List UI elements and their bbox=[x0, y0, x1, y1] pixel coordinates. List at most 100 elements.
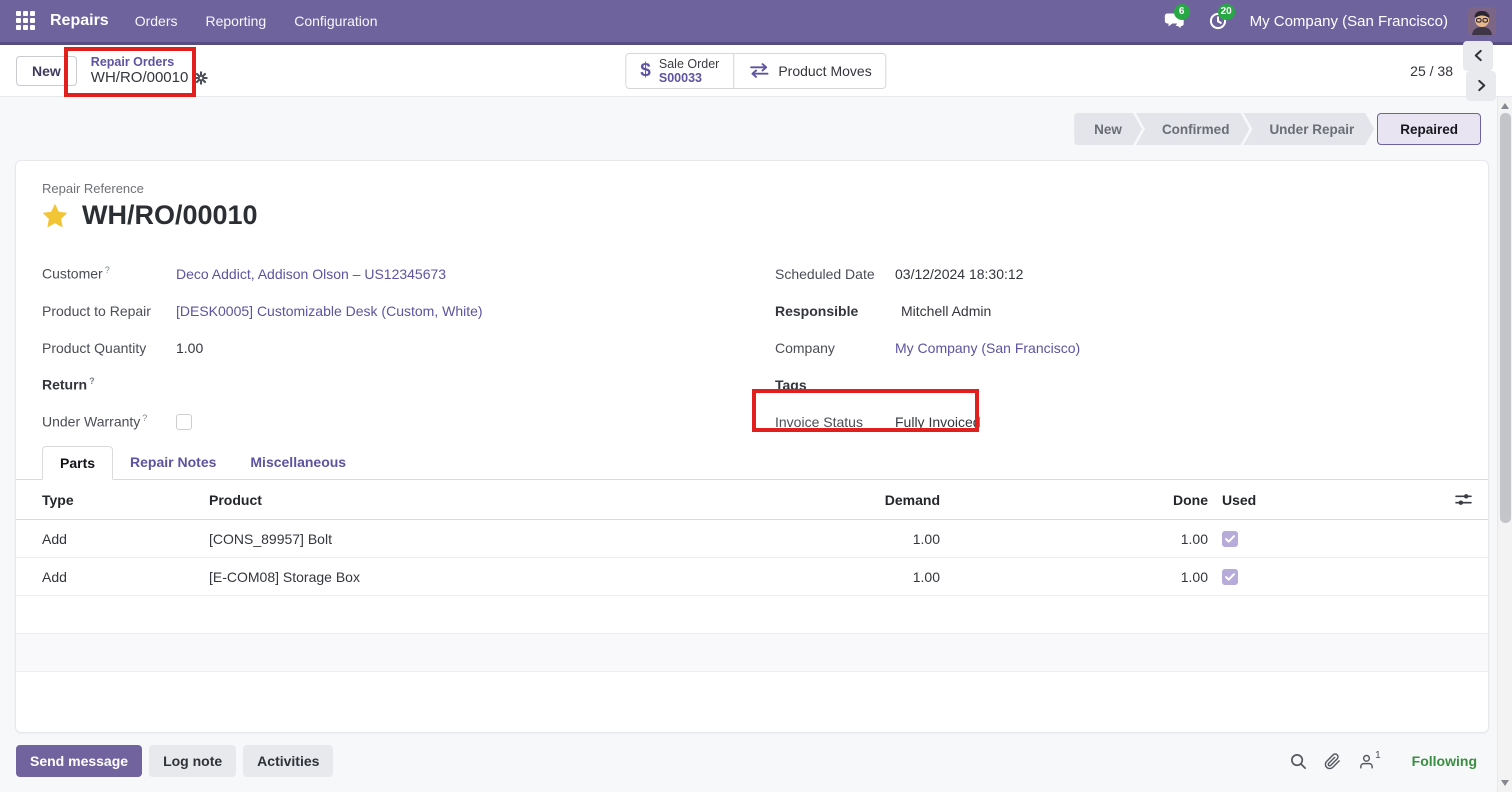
activities-button[interactable]: Activities bbox=[243, 745, 333, 777]
cell-demand[interactable]: 1.00 bbox=[725, 531, 940, 547]
column-header-demand: Demand bbox=[725, 492, 940, 508]
field-return: Return? bbox=[42, 366, 729, 403]
invoice-status-value: Fully Invoiced bbox=[895, 414, 981, 430]
form-fields: Customer? Deco Addict, Addison Olson – U… bbox=[16, 255, 1488, 440]
smart-buttons: $ Sale Order S00033 Product Moves bbox=[625, 53, 886, 89]
tab-repair-notes[interactable]: Repair Notes bbox=[113, 446, 233, 480]
scheduled-date-value[interactable]: 03/12/2024 18:30:12 bbox=[895, 266, 1023, 282]
field-scheduled-date: Scheduled Date 03/12/2024 18:30:12 bbox=[775, 255, 1462, 292]
breadcrumb: Repair Orders WH/RO/00010 bbox=[91, 55, 209, 87]
company-switcher[interactable]: My Company (San Francisco) bbox=[1250, 13, 1448, 30]
attachments-icon[interactable] bbox=[1324, 753, 1341, 770]
new-button[interactable]: New bbox=[16, 56, 77, 86]
sale-order-number: S00033 bbox=[659, 71, 719, 85]
help-icon: ? bbox=[105, 265, 110, 275]
form-sheet: Repair Reference WH/RO/00010 Customer? D… bbox=[15, 160, 1489, 733]
product-quantity-label: Product Quantity bbox=[42, 340, 176, 356]
pager-previous-button[interactable] bbox=[1463, 41, 1493, 71]
field-product-to-repair: Product to Repair [DESK0005] Customizabl… bbox=[42, 292, 729, 329]
parts-table: Type Product Demand Done Used Add [CONS_… bbox=[16, 480, 1488, 672]
field-customer: Customer? Deco Addict, Addison Olson – U… bbox=[42, 255, 729, 292]
breadcrumb-parent-link[interactable]: Repair Orders bbox=[91, 55, 209, 69]
customer-value[interactable]: Deco Addict, Addison Olson – US12345673 bbox=[176, 266, 446, 282]
top-navbar: Repairs Orders Reporting Configuration 6… bbox=[0, 0, 1512, 45]
cell-type[interactable]: Add bbox=[16, 531, 209, 547]
help-icon: ? bbox=[89, 376, 95, 386]
app-name[interactable]: Repairs bbox=[50, 12, 109, 30]
under-warranty-label: Under Warranty? bbox=[42, 413, 176, 430]
used-checkbox[interactable] bbox=[1222, 531, 1238, 547]
cell-product[interactable]: [CONS_89957] Bolt bbox=[209, 531, 725, 547]
company-label: Company bbox=[775, 340, 895, 356]
messages-badge: 6 bbox=[1174, 4, 1190, 20]
help-icon: ? bbox=[142, 413, 147, 423]
scrollbar-down-arrow[interactable] bbox=[1501, 780, 1509, 786]
product-to-repair-value[interactable]: [DESK0005] Customizable Desk (Custom, Wh… bbox=[176, 303, 483, 319]
table-row[interactable]: Add [E-COM08] Storage Box 1.00 1.00 bbox=[16, 558, 1488, 596]
table-row[interactable]: Add [CONS_89957] Bolt 1.00 1.00 bbox=[16, 520, 1488, 558]
table-empty-row[interactable] bbox=[16, 634, 1488, 672]
cell-done[interactable]: 1.00 bbox=[940, 531, 1208, 547]
tab-parts[interactable]: Parts bbox=[42, 446, 113, 480]
activities-badge: 20 bbox=[1218, 4, 1235, 20]
control-panel: New Repair Orders WH/RO/00010 bbox=[0, 45, 1512, 97]
following-button[interactable]: Following bbox=[1412, 753, 1477, 769]
fields-left-column: Customer? Deco Addict, Addison Olson – U… bbox=[42, 255, 729, 440]
used-checkbox[interactable] bbox=[1222, 569, 1238, 585]
nav-menu-reporting[interactable]: Reporting bbox=[206, 13, 267, 29]
cell-type[interactable]: Add bbox=[16, 569, 209, 585]
breadcrumb-current: WH/RO/00010 bbox=[91, 69, 189, 86]
send-message-button[interactable]: Send message bbox=[16, 745, 142, 777]
followers-icon[interactable]: 1 bbox=[1358, 753, 1381, 770]
customer-label: Customer? bbox=[42, 265, 176, 282]
responsible-value[interactable]: Mitchell Admin bbox=[895, 303, 991, 319]
messages-icon[interactable]: 6 bbox=[1162, 9, 1186, 33]
scheduled-date-label: Scheduled Date bbox=[775, 266, 895, 282]
gear-icon[interactable] bbox=[194, 71, 208, 85]
sale-order-smart-button[interactable]: $ Sale Order S00033 bbox=[625, 53, 734, 89]
product-quantity-value[interactable]: 1.00 bbox=[176, 340, 203, 356]
tab-miscellaneous[interactable]: Miscellaneous bbox=[233, 446, 363, 480]
pager-next-button[interactable] bbox=[1466, 71, 1496, 101]
favorite-star-icon[interactable] bbox=[42, 203, 68, 228]
nav-menu-orders[interactable]: Orders bbox=[135, 13, 178, 29]
cell-done[interactable]: 1.00 bbox=[940, 569, 1208, 585]
follower-count: 1 bbox=[1375, 750, 1381, 761]
pager: 25 / 38 bbox=[1410, 41, 1496, 101]
column-header-used: Used bbox=[1208, 492, 1265, 508]
repairs-form-page: Repairs Orders Reporting Configuration 6… bbox=[0, 0, 1512, 792]
field-invoice-status: Invoice Status Fully Invoiced bbox=[775, 403, 1462, 440]
product-moves-smart-button[interactable]: Product Moves bbox=[733, 53, 886, 89]
field-under-warranty: Under Warranty? bbox=[42, 403, 729, 440]
status-step-new[interactable]: New bbox=[1074, 113, 1142, 145]
log-note-button[interactable]: Log note bbox=[149, 745, 236, 777]
status-step-under-repair[interactable]: Under Repair bbox=[1243, 113, 1374, 145]
statusbar: New Confirmed Under Repair Repaired bbox=[1074, 113, 1481, 145]
transfer-arrows-icon bbox=[748, 63, 770, 78]
product-moves-label: Product Moves bbox=[778, 63, 871, 79]
cell-demand[interactable]: 1.00 bbox=[725, 569, 940, 585]
status-step-repaired[interactable]: Repaired bbox=[1377, 113, 1481, 145]
apps-grid-icon[interactable] bbox=[16, 11, 36, 31]
scrollbar-up-arrow[interactable] bbox=[1501, 103, 1509, 109]
column-header-product: Product bbox=[209, 492, 725, 508]
activities-icon[interactable]: 20 bbox=[1206, 9, 1230, 33]
optional-columns-icon[interactable] bbox=[1455, 491, 1472, 508]
column-header-type: Type bbox=[16, 492, 209, 508]
field-company: Company My Company (San Francisco) bbox=[775, 329, 1462, 366]
reference-label: Repair Reference bbox=[42, 181, 1462, 196]
scrollbar-thumb[interactable] bbox=[1500, 113, 1511, 523]
company-value[interactable]: My Company (San Francisco) bbox=[895, 340, 1080, 356]
under-warranty-checkbox[interactable] bbox=[176, 414, 192, 430]
vertical-scrollbar[interactable] bbox=[1497, 97, 1512, 792]
user-avatar[interactable] bbox=[1468, 7, 1496, 35]
chevron-right-icon bbox=[1476, 79, 1487, 92]
invoice-status-label: Invoice Status bbox=[775, 414, 895, 430]
cell-product[interactable]: [E-COM08] Storage Box bbox=[209, 569, 725, 585]
status-step-confirmed[interactable]: Confirmed bbox=[1136, 113, 1250, 145]
parts-table-header: Type Product Demand Done Used bbox=[16, 480, 1488, 520]
table-empty-row[interactable] bbox=[16, 596, 1488, 634]
pager-value[interactable]: 25 / 38 bbox=[1410, 63, 1453, 79]
nav-menu-configuration[interactable]: Configuration bbox=[294, 13, 377, 29]
search-messages-icon[interactable] bbox=[1290, 753, 1307, 770]
